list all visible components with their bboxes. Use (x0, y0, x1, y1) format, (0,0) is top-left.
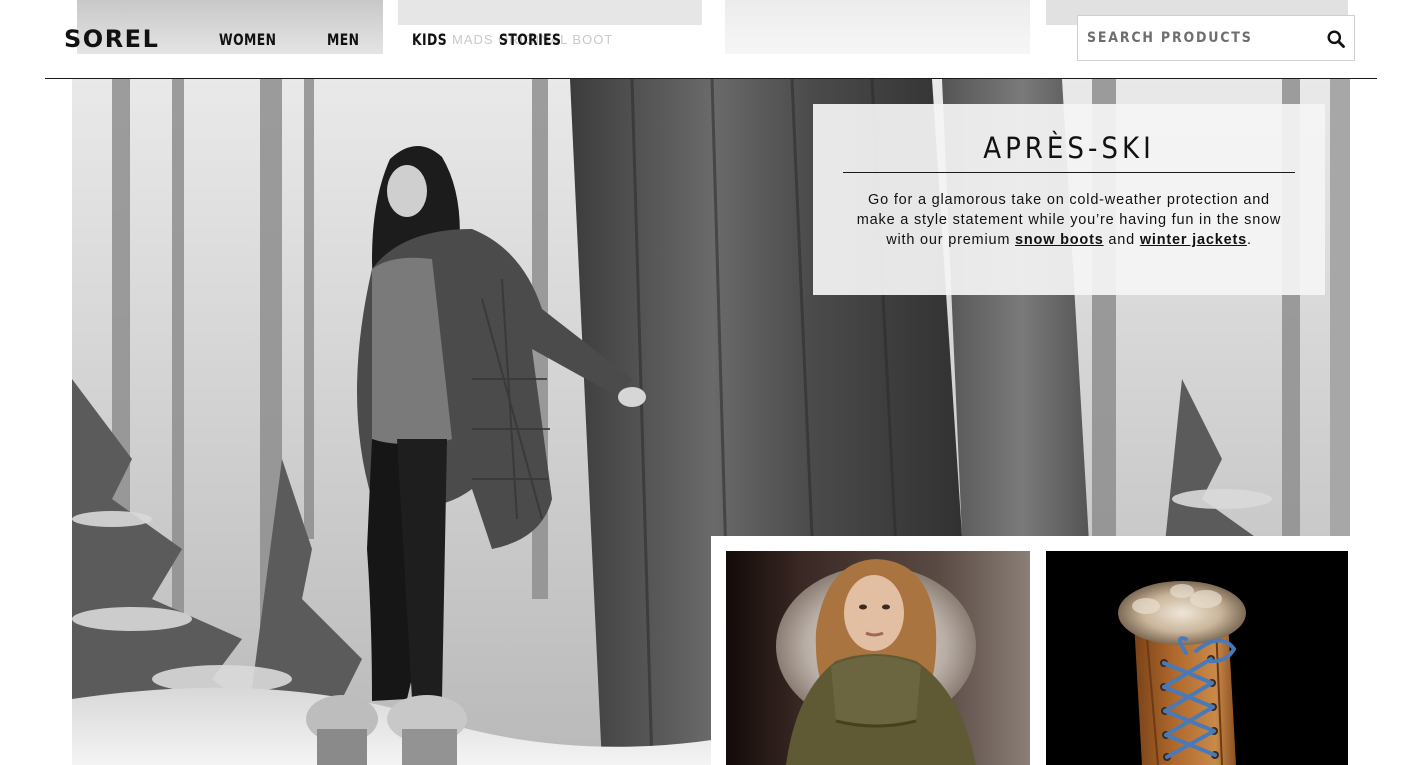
hero-edge-strip (1330, 79, 1350, 536)
nav-men[interactable]: MEN (327, 30, 359, 50)
search-box (1077, 15, 1355, 61)
site-header: SOREL WOMEN MEN KIDS STORIES (0, 0, 1426, 79)
snow-boots-link[interactable]: snow boots (1015, 232, 1104, 248)
promo-text: . (1246, 232, 1252, 248)
promo-card: APRÈS-SKI Go for a glamorous take on col… (813, 104, 1325, 295)
jacket-model-image (726, 551, 1030, 765)
nav-stories[interactable]: STORIES (499, 30, 561, 50)
search-input[interactable] (1078, 16, 1291, 60)
search-icon[interactable] (1327, 30, 1345, 48)
page: MADS ORIGINAL BOOT SOREL WOMEN MEN KIDS … (0, 0, 1426, 765)
nav-women[interactable]: WOMEN (219, 30, 276, 50)
product-tile-boot[interactable] (1046, 551, 1348, 765)
brand-logo[interactable]: SOREL (64, 25, 159, 53)
promo-body: Go for a glamorous take on cold-weather … (853, 190, 1285, 250)
product-tile-jacket[interactable] (726, 551, 1030, 765)
boot-product-image (1046, 551, 1348, 765)
winter-jackets-link[interactable]: winter jackets (1140, 232, 1247, 248)
promo-divider (843, 172, 1295, 173)
promo-text: and (1103, 232, 1140, 248)
promo-title: APRÈS-SKI (983, 131, 1155, 165)
nav-kids[interactable]: KIDS (412, 30, 447, 50)
